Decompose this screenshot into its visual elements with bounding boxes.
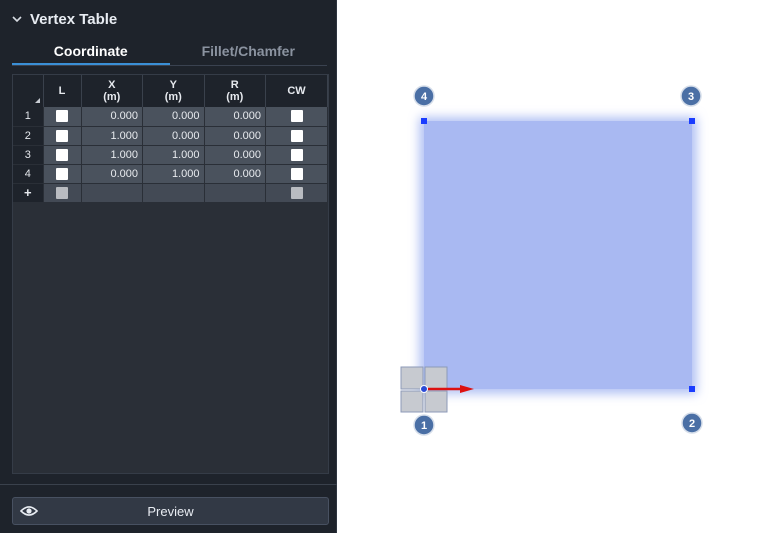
y-cell[interactable]	[142, 183, 205, 203]
x-cell[interactable]: 0.000	[81, 107, 143, 127]
lock-cell[interactable]	[43, 183, 82, 203]
x-cell[interactable]: 0.000	[81, 164, 143, 184]
lock-cell[interactable]	[43, 126, 82, 146]
column-r-label: R	[230, 79, 239, 91]
chevron-down-icon[interactable]	[10, 12, 24, 26]
cw-checkbox[interactable]	[290, 110, 303, 123]
lock-checkbox[interactable]	[56, 110, 68, 123]
table-row[interactable]: 2 1.000 0.000 0.000	[13, 126, 328, 146]
column-y-unit: (m)	[164, 91, 182, 103]
vertex-marker-3[interactable]: 3	[680, 85, 702, 107]
column-header-cw[interactable]: CW	[265, 75, 328, 107]
vertex-label-3: 3	[688, 91, 694, 103]
vertex-table-panel: Vertex Table Coordinate Fillet/Chamfer L…	[0, 0, 337, 533]
viewport-canvas[interactable]: 1 2 3 4	[337, 0, 773, 533]
lock-cell[interactable]	[43, 164, 82, 184]
lock-checkbox[interactable]	[56, 148, 68, 161]
lock-cell[interactable]	[43, 107, 82, 127]
vertex-label-2: 2	[689, 418, 695, 430]
tab-coordinate[interactable]: Coordinate	[12, 40, 170, 65]
column-header-x[interactable]: X (m)	[81, 75, 143, 107]
table-header-row: L X (m) Y (m) R (m) CW	[13, 75, 328, 107]
vertex-label-4: 4	[421, 91, 428, 103]
r-cell[interactable]: 0.000	[204, 164, 266, 184]
row-index[interactable]: 4	[13, 164, 44, 184]
panel-title: Vertex Table	[30, 10, 118, 28]
add-row-icon[interactable]: +	[13, 183, 44, 203]
y-cell[interactable]: 1.000	[142, 145, 205, 165]
lock-checkbox[interactable]	[56, 129, 68, 142]
footer-divider	[0, 484, 337, 485]
sort-triangle-icon	[34, 98, 40, 103]
table-row[interactable]: 3 1.000 1.000 0.000	[13, 145, 328, 165]
panel-header[interactable]: Vertex Table	[0, 0, 337, 38]
cw-cell[interactable]	[265, 107, 328, 127]
tab-bar: Coordinate Fillet/Chamfer	[12, 40, 327, 66]
vertex-handle-3[interactable]	[689, 118, 695, 124]
preview-button[interactable]: Preview	[12, 497, 329, 525]
x-cell[interactable]: 1.000	[81, 145, 143, 165]
cw-cell[interactable]	[265, 145, 328, 165]
cw-cell[interactable]	[265, 183, 328, 203]
select-all-corner[interactable]	[13, 75, 44, 107]
row-index[interactable]: 3	[13, 145, 44, 165]
column-header-y[interactable]: Y (m)	[142, 75, 205, 107]
y-cell[interactable]: 0.000	[142, 107, 205, 127]
preview-label: Preview	[147, 503, 194, 519]
column-r-unit: (m)	[226, 91, 244, 103]
vertex-label-1: 1	[421, 420, 427, 432]
r-cell[interactable]: 0.000	[204, 145, 266, 165]
lock-cell[interactable]	[43, 145, 82, 165]
y-cell[interactable]: 1.000	[142, 164, 205, 184]
table-row[interactable]: 4 0.000 1.000 0.000	[13, 164, 328, 184]
vertex-marker-2[interactable]: 2	[681, 412, 703, 434]
column-y-label: Y	[169, 79, 177, 91]
row-index[interactable]: 1	[13, 107, 44, 127]
r-cell[interactable]	[204, 183, 266, 203]
vertex-table: L X (m) Y (m) R (m) CW 1 0.000 0.000 0.000	[12, 74, 329, 474]
cw-checkbox[interactable]	[290, 148, 303, 161]
tab-fillet-chamfer[interactable]: Fillet/Chamfer	[170, 40, 328, 65]
vertex-marker-1[interactable]: 1	[413, 414, 435, 436]
row-index[interactable]: 2	[13, 126, 44, 146]
cw-cell[interactable]	[265, 126, 328, 146]
eye-icon	[20, 506, 38, 516]
cw-checkbox[interactable]	[290, 129, 303, 142]
cw-checkbox-disabled	[290, 186, 303, 199]
table-row[interactable]: 1 0.000 0.000 0.000	[13, 107, 328, 127]
vertex-handle-4[interactable]	[421, 118, 427, 124]
polygon-shape[interactable]	[424, 121, 692, 389]
cw-cell[interactable]	[265, 164, 328, 184]
r-cell[interactable]: 0.000	[204, 107, 266, 127]
vertex-handle-2[interactable]	[689, 386, 695, 392]
y-cell[interactable]: 0.000	[142, 126, 205, 146]
x-cell[interactable]	[81, 183, 143, 203]
new-row[interactable]: +	[13, 183, 328, 203]
lock-checkbox[interactable]	[56, 167, 68, 180]
column-x-unit: (m)	[103, 91, 121, 103]
lock-checkbox-disabled	[56, 186, 68, 199]
origin-handle[interactable]	[420, 385, 428, 393]
viewport-svg[interactable]: 1 2 3 4	[337, 0, 773, 533]
r-cell[interactable]: 0.000	[204, 126, 266, 146]
cw-checkbox[interactable]	[290, 167, 303, 180]
vertex-marker-4[interactable]: 4	[413, 85, 435, 107]
column-header-l[interactable]: L	[43, 75, 82, 107]
column-x-label: X	[108, 79, 116, 91]
column-header-r[interactable]: R (m)	[204, 75, 266, 107]
x-cell[interactable]: 1.000	[81, 126, 143, 146]
